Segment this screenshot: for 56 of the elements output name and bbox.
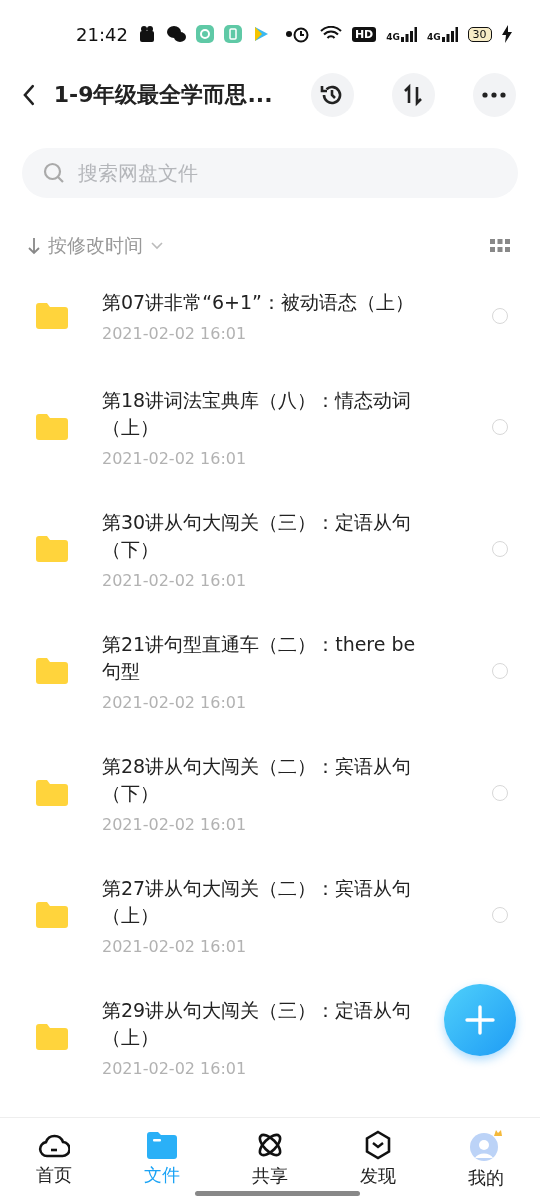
folder-name[interactable]: 第28讲从句大闯关（二）：宾语从句（下） [102,752,432,807]
clock-time: 21:42 [76,23,128,45]
modified-date: 2021-02-02 16:01 [102,324,248,343]
grid-view-icon[interactable] [490,239,510,253]
back-icon[interactable] [22,84,36,106]
network-label: 4G [426,32,441,42]
history-button[interactable] [310,73,354,117]
down-arrow-icon [28,237,40,255]
signal-icon [441,26,458,42]
search-field[interactable]: 搜索网盘文件 [22,148,518,198]
hd-badge: HD [351,26,377,42]
network-label: 4G [386,32,400,42]
folder-icon [36,303,68,329]
modified-date: 2021-02-02 16:01 [102,814,248,834]
modified-date: 2021-02-02 16:01 [102,448,248,468]
folder-name[interactable]: 第30讲从句大闯关（三）：定语从句（下） [102,508,432,563]
folder-icon [36,658,68,684]
folder-icon [36,414,68,440]
nav-tab[interactable]: 共享 [216,1118,324,1200]
signal-icon [400,26,417,42]
folder-icon [36,1024,68,1050]
add-button[interactable] [444,984,516,1056]
modified-date: 2021-02-02 16:01 [102,692,248,712]
home-indicator[interactable] [195,1191,360,1196]
more-icon [482,92,507,98]
app-icon [223,25,242,43]
search-icon [43,162,65,184]
folder-title: 1-9年级最全学而思... [53,81,273,109]
hexagon-icon [364,1130,392,1160]
chevron-down-icon [151,242,163,250]
folder-name[interactable]: 第07讲非常“6+1”：被动语态（上） [102,289,432,316]
nav-tab[interactable]: 我的 [432,1118,540,1200]
folder-name[interactable]: 第21讲句型直通车（二）：there be 句型 [102,630,432,685]
folder-icon [147,1131,177,1159]
plus-icon [465,1005,495,1035]
chat-icon [165,25,186,43]
app-icon [195,25,214,43]
folder-icon [36,902,68,928]
nav-tab[interactable]: 发现 [324,1118,432,1200]
gift-icon [137,25,156,43]
more-button[interactable] [472,73,516,117]
sort-button[interactable] [391,73,435,117]
avatar-icon [468,1128,504,1162]
alarm-icon [291,25,310,43]
folder-name[interactable]: 第29讲从句大闯关（三）：定语从句（上） [102,996,432,1051]
folder-icon [36,780,68,806]
dot-icon [285,31,292,37]
modified-date: 2021-02-02 16:01 [102,570,248,590]
modified-date: 2021-02-02 16:01 [102,1058,248,1078]
folder-name[interactable]: 第18讲词法宝典库（八）：情态动词（上） [102,386,432,441]
folder-icon [36,536,68,562]
folder-name[interactable]: 第27讲从句大闯关（二）：宾语从句（上） [102,874,432,929]
modified-date: 2021-02-02 16:01 [102,936,248,956]
charging-icon [501,25,512,43]
nav-tab[interactable]: 首页 [0,1118,108,1200]
battery-level: 30 [467,26,492,42]
